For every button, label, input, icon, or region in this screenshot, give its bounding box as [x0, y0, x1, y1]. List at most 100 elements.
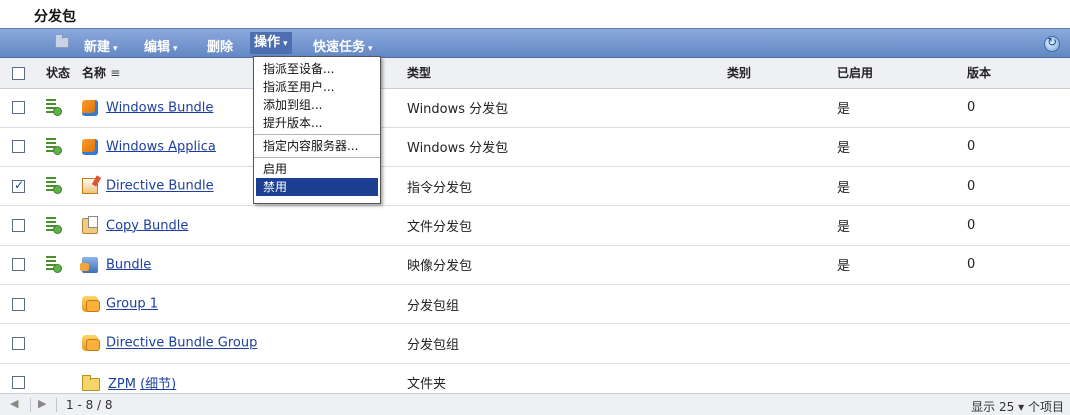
- row-checkbox[interactable]: [12, 101, 25, 115]
- divider: [30, 398, 31, 412]
- details-link[interactable]: (细节): [140, 377, 176, 392]
- chevron-down-icon[interactable]: ▾: [1018, 400, 1024, 414]
- bundle-name-link[interactable]: Bundle: [106, 257, 151, 272]
- bundle-version: 0: [967, 245, 1070, 285]
- column-version[interactable]: 版本: [967, 58, 1070, 89]
- bundle-enabled: 是: [837, 245, 967, 285]
- row-checkbox[interactable]: [12, 336, 25, 350]
- table-row[interactable]: Directive Bundle 指令分发包 是 0: [0, 166, 1070, 207]
- previous-page-icon[interactable]: ◀: [10, 397, 18, 410]
- page-range: 1 - 8 / 8: [66, 398, 113, 412]
- bundle-name-link[interactable]: Directive Bundle Group: [106, 336, 257, 351]
- column-category[interactable]: 类别: [727, 58, 837, 89]
- table-row[interactable]: Directive Bundle Group 分发包组: [0, 323, 1070, 364]
- bundle-enabled: [837, 284, 967, 325]
- table-row[interactable]: Windows Applica Windows 分发包 是 0: [0, 127, 1070, 168]
- page-size-control[interactable]: 显示 25 ▾ 个项目: [971, 398, 1064, 415]
- row-checkbox[interactable]: [12, 376, 25, 390]
- imaging-bundle-icon: [80, 256, 98, 273]
- status-icon: [46, 255, 62, 274]
- bundle-category: [727, 323, 837, 364]
- bundle-category: [727, 166, 837, 207]
- toolbar: 新建 ▾ 编辑 ▾ 删除 操作 ▾ 快速任务 ▾: [0, 28, 1070, 58]
- bundle-name-link[interactable]: Windows Applica: [106, 139, 216, 154]
- bundle-type: 分发包组: [407, 284, 727, 325]
- menu-item-assign-to-user[interactable]: 指派至用户...: [254, 78, 380, 96]
- page-size-select[interactable]: 25: [999, 400, 1014, 414]
- delete-button[interactable]: 删除: [207, 36, 233, 55]
- bundle-category: [727, 127, 837, 168]
- bundle-version: [967, 323, 1070, 364]
- bundle-name-link[interactable]: Windows Bundle: [106, 100, 213, 115]
- select-all-checkbox[interactable]: [12, 66, 25, 80]
- bundle-enabled: [837, 323, 967, 364]
- bundle-enabled: 是: [837, 127, 967, 168]
- bundle-version: 0: [967, 127, 1070, 168]
- sort-icon[interactable]: ≡: [110, 66, 120, 80]
- edit-menu-button[interactable]: 编辑 ▾: [144, 36, 178, 55]
- bundle-category: [727, 88, 837, 128]
- bundle-version: [967, 284, 1070, 325]
- status-icon: [46, 137, 62, 156]
- windows-bundle-icon: [82, 99, 98, 116]
- menu-item-enable[interactable]: 启用: [254, 160, 380, 178]
- bundle-version: 0: [967, 166, 1070, 207]
- divider: [56, 398, 57, 412]
- action-dropdown-menu: 指派至设备... 指派至用户... 添加到组... 提升版本... 指定内容服务…: [253, 56, 381, 204]
- row-checkbox[interactable]: [12, 140, 25, 154]
- table-header-row: 状态 名称 ≡ 类型 类别 已启用 版本: [0, 58, 1070, 89]
- folder-icon[interactable]: [55, 34, 69, 48]
- column-status[interactable]: 状态: [46, 58, 82, 89]
- refresh-icon[interactable]: [1044, 35, 1060, 52]
- directive-bundle-icon: [82, 178, 98, 195]
- bundle-name-link[interactable]: Directive Bundle: [106, 179, 214, 194]
- windows-bundle-icon: [82, 138, 98, 155]
- new-menu-button[interactable]: 新建 ▾: [84, 36, 118, 55]
- bundle-category: [727, 205, 837, 246]
- copy-bundle-icon: [82, 215, 98, 234]
- table-row[interactable]: Windows Bundle Windows 分发包 是 0: [0, 88, 1070, 128]
- bundle-type: 分发包组: [407, 323, 727, 364]
- row-checkbox[interactable]: [12, 297, 25, 311]
- bundle-type: 文件分发包: [407, 205, 727, 246]
- bundle-enabled: 是: [837, 205, 967, 246]
- bundle-name-link[interactable]: Group 1: [106, 297, 158, 312]
- bundle-group-icon: [82, 335, 100, 352]
- bundle-enabled: 是: [837, 166, 967, 207]
- bundle-version: 0: [967, 88, 1070, 128]
- pagination-bar: ◀ ▶ 1 - 8 / 8 显示 25 ▾ 个项目: [0, 393, 1070, 415]
- bundle-group-icon: [82, 296, 100, 313]
- menu-item-assign-to-device[interactable]: 指派至设备...: [254, 60, 380, 78]
- column-type[interactable]: 类型: [407, 58, 727, 89]
- column-enabled[interactable]: 已启用: [837, 58, 967, 89]
- table-row[interactable]: Copy Bundle 文件分发包 是 0: [0, 205, 1070, 246]
- panel-title: 分发包: [0, 0, 1070, 28]
- menu-item-increment-version[interactable]: 提升版本...: [254, 114, 380, 132]
- bundle-enabled: 是: [837, 88, 967, 128]
- table-row[interactable]: Bundle 映像分发包 是 0: [0, 245, 1070, 285]
- action-menu-button[interactable]: 操作 ▾: [250, 32, 292, 54]
- bundles-table: 状态 名称 ≡ 类型 类别 已启用 版本 Windows Bundle Wind…: [0, 58, 1070, 403]
- bundle-name-link[interactable]: ZPM: [108, 377, 136, 392]
- quick-tasks-menu-button[interactable]: 快速任务 ▾: [313, 36, 373, 55]
- row-checkbox[interactable]: [12, 258, 25, 272]
- bundle-type: 映像分发包: [407, 245, 727, 285]
- row-checkbox[interactable]: [12, 219, 25, 233]
- row-checkbox[interactable]: [12, 178, 25, 193]
- bundle-type: Windows 分发包: [407, 88, 727, 128]
- menu-item-add-to-group[interactable]: 添加到组...: [254, 96, 380, 114]
- table-row[interactable]: Group 1 分发包组: [0, 284, 1070, 325]
- bundle-type: Windows 分发包: [407, 127, 727, 168]
- next-page-icon[interactable]: ▶: [38, 397, 46, 410]
- menu-item-disable[interactable]: 禁用: [256, 178, 378, 196]
- bundle-name-link[interactable]: Copy Bundle: [106, 218, 188, 233]
- bundle-type: 指令分发包: [407, 166, 727, 207]
- bundle-version: 0: [967, 205, 1070, 246]
- folder-icon: [82, 375, 100, 392]
- menu-divider: [254, 157, 380, 158]
- status-icon: [46, 177, 62, 195]
- menu-item-specify-content-server[interactable]: 指定内容服务器...: [254, 137, 380, 155]
- menu-divider: [254, 134, 380, 135]
- status-icon: [46, 98, 62, 117]
- bundle-category: [727, 284, 837, 325]
